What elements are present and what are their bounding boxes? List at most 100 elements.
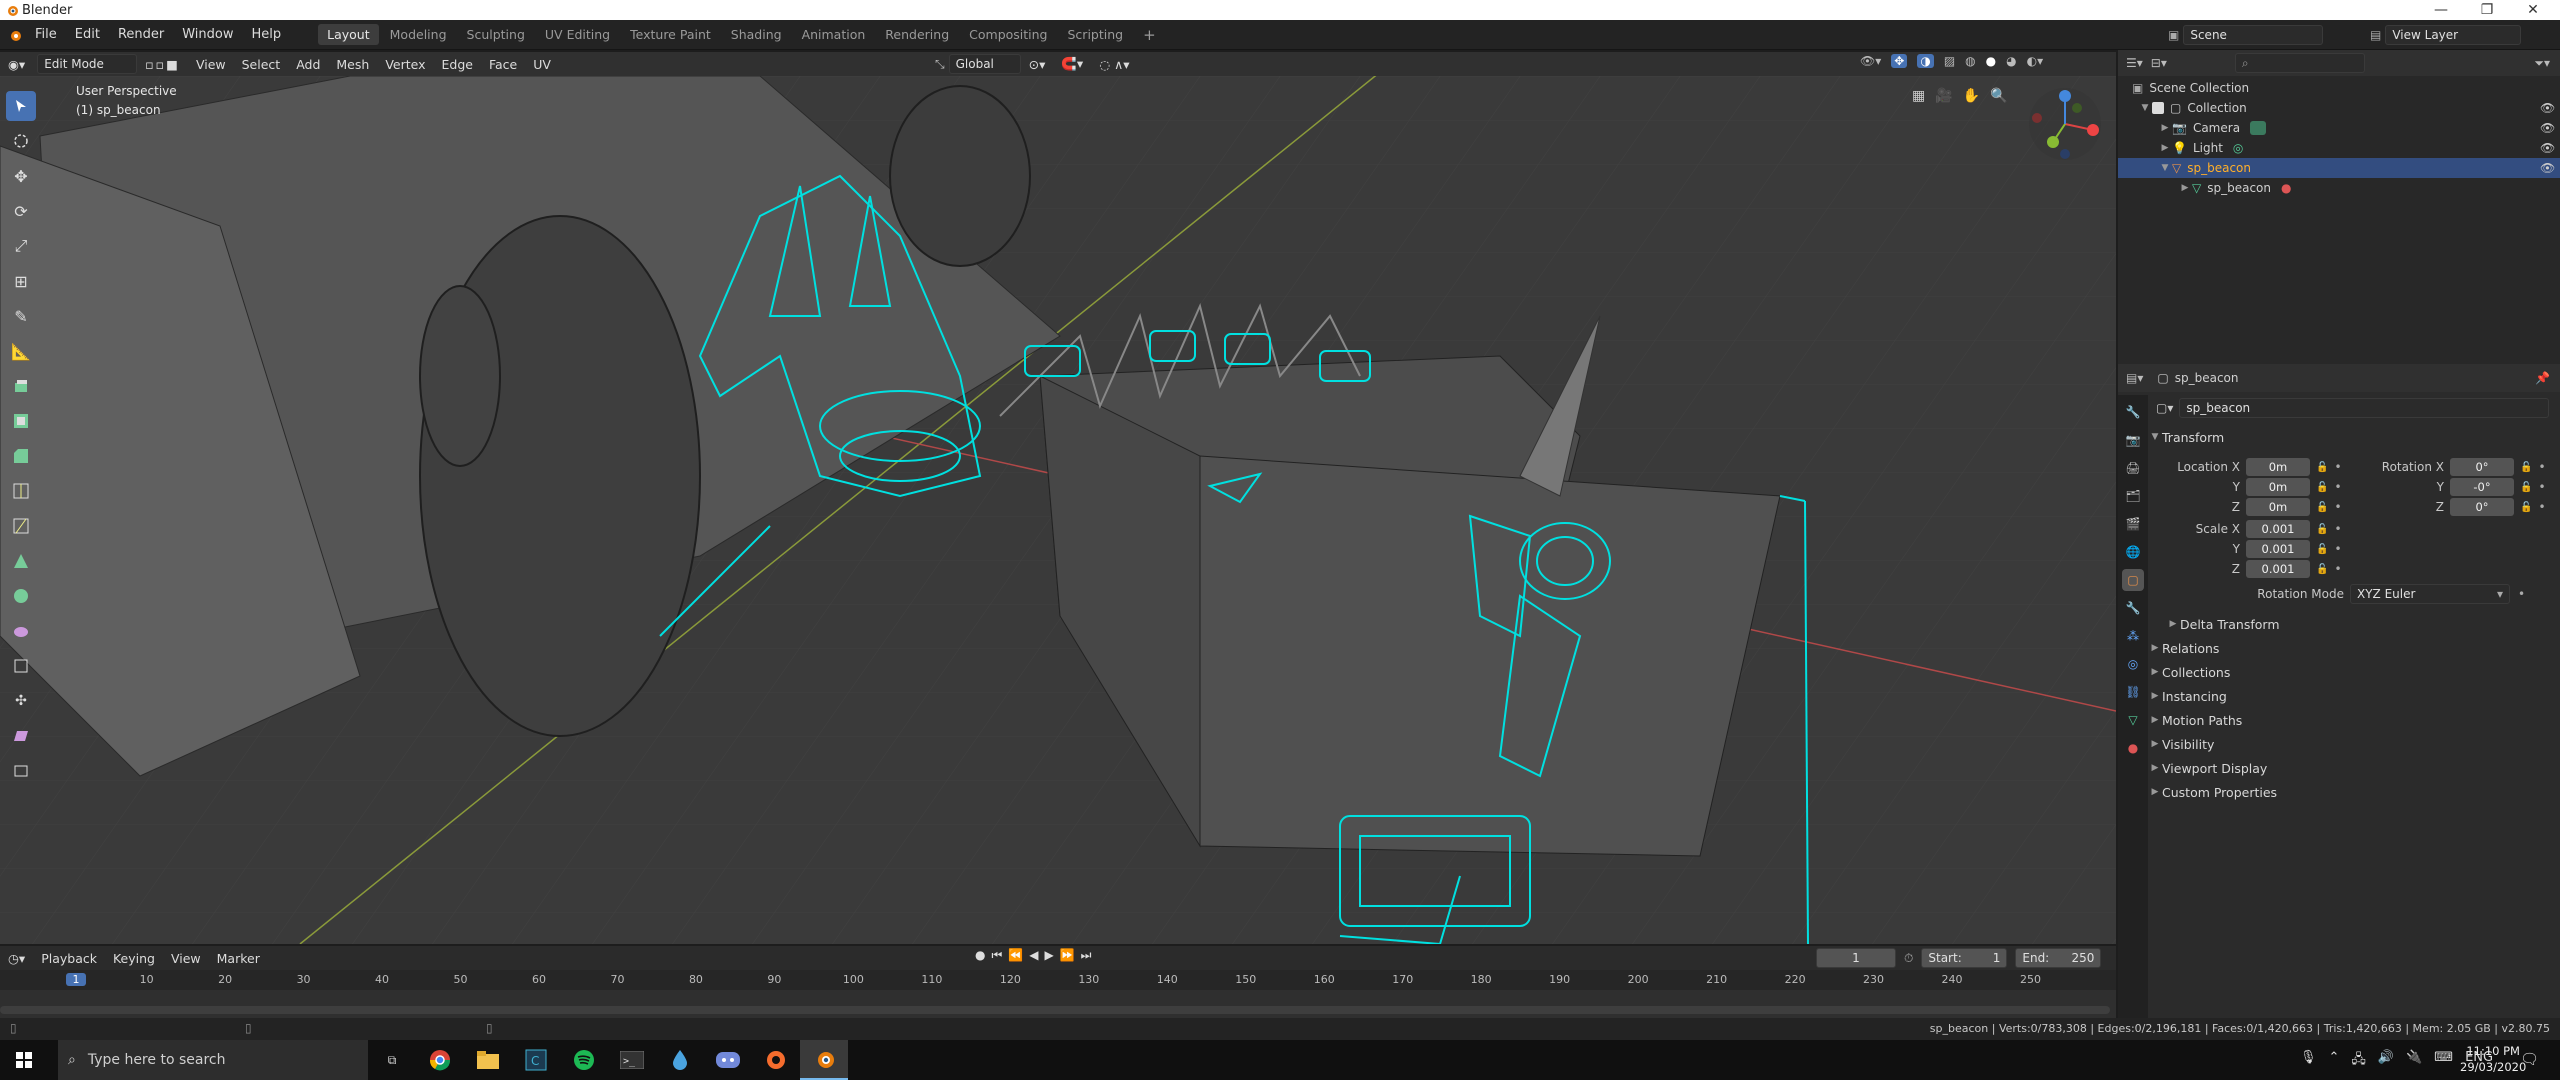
menu-keying[interactable]: Keying xyxy=(105,951,163,966)
orientation-icon[interactable]: ⤡ xyxy=(935,57,945,72)
xray-icon[interactable]: ▨ xyxy=(1944,54,1955,68)
physics-tab-icon[interactable]: ◎ xyxy=(2122,653,2144,675)
menu-render[interactable]: Render xyxy=(109,27,173,42)
menu-timeline-view[interactable]: View xyxy=(163,951,209,966)
menu-help[interactable]: Help xyxy=(243,27,291,42)
edge-slide-tool-icon[interactable] xyxy=(6,651,36,681)
viewport-scene[interactable] xyxy=(0,76,2116,944)
network-icon[interactable]: 🖧 xyxy=(2351,1050,2366,1072)
keyframe-dot-icon[interactable]: • xyxy=(2518,587,2525,601)
visibility-icon[interactable]: 👁▾ xyxy=(1860,54,1881,68)
expand-icon[interactable]: ▶ xyxy=(2178,183,2192,193)
viewport-display-header[interactable]: ▶ Viewport Display xyxy=(2148,757,2548,779)
tab-uv-editing[interactable]: UV Editing xyxy=(536,24,619,45)
jump-end-icon[interactable]: ⏭ xyxy=(1081,948,1092,963)
annotate-tool-icon[interactable]: ✎ xyxy=(6,301,36,331)
tab-rendering[interactable]: Rendering xyxy=(876,24,958,45)
mode-selector[interactable]: Edit Mode xyxy=(37,54,138,74)
menu-file[interactable]: File xyxy=(26,27,66,42)
view-layer-icon[interactable]: ▤ xyxy=(2370,28,2381,42)
origin-icon[interactable] xyxy=(752,1040,800,1080)
navigation-gizmo[interactable] xyxy=(1995,84,2105,164)
menu-edit[interactable]: Edit xyxy=(66,27,109,42)
menu-window[interactable]: Window xyxy=(173,27,242,42)
task-view-icon[interactable]: ⧉ xyxy=(368,1040,416,1080)
motion-paths-header[interactable]: ▶ Motion Paths xyxy=(2148,709,2548,731)
taskbar-search-input[interactable]: ⌕ Type here to search xyxy=(58,1040,368,1080)
power-icon[interactable]: 🔌 xyxy=(2406,1050,2422,1072)
scene-selector[interactable]: Scene xyxy=(2183,25,2324,45)
instancing-header[interactable]: ▶ Instancing xyxy=(2148,685,2548,707)
outliner-item-light[interactable]: ▶ 💡 Light ◎ 👁 xyxy=(2118,138,2560,158)
clock-icon[interactable]: ⏱ xyxy=(1904,951,1913,966)
menu-marker[interactable]: Marker xyxy=(209,951,268,966)
object-tab-icon[interactable]: ▢ xyxy=(2122,569,2144,591)
zoom-icon[interactable]: 🔍 xyxy=(1990,88,2007,104)
menu-edge[interactable]: Edge xyxy=(434,57,481,72)
render-tab-icon[interactable]: 📷 xyxy=(2122,429,2144,451)
outliner-editor-icon[interactable]: ☰▾ xyxy=(2126,56,2143,70)
tool-tab-icon[interactable]: 🔧 xyxy=(2122,401,2144,423)
editor-type-icon[interactable]: ◉▾ xyxy=(0,57,33,72)
water-drop-icon[interactable] xyxy=(656,1040,704,1080)
orientation-selector[interactable]: Global xyxy=(948,54,1021,74)
view-layer-selector[interactable]: View Layer xyxy=(2385,25,2522,45)
discord-icon[interactable] xyxy=(704,1040,752,1080)
gizmo-icon[interactable]: ✥ xyxy=(1891,54,1908,68)
rip-region-tool-icon[interactable] xyxy=(6,756,36,786)
lock-icon[interactable]: 🔓 xyxy=(2316,502,2328,513)
rotate-tool-icon[interactable]: ⟳ xyxy=(6,196,36,226)
shading-wireframe-icon[interactable]: ◍ xyxy=(1965,54,1975,68)
world-tab-icon[interactable]: 🌐 xyxy=(2122,541,2144,563)
current-frame-marker[interactable]: 1 xyxy=(66,973,86,986)
tab-animation[interactable]: Animation xyxy=(793,24,875,45)
lock-icon[interactable]: 🔓 xyxy=(2316,524,2328,535)
location-y-field[interactable]: 0m xyxy=(2246,478,2310,496)
keyframe-dot-icon[interactable]: • xyxy=(2334,522,2341,536)
menu-playback[interactable]: Playback xyxy=(33,951,105,966)
chevron-up-icon[interactable]: ⌃ xyxy=(2329,1050,2340,1072)
pivot-icon[interactable]: ⊙▾ xyxy=(1021,57,1054,72)
snap-icon[interactable]: 🧲▾ xyxy=(1053,56,1091,72)
current-frame-field[interactable]: 1 xyxy=(1816,948,1896,968)
custom-properties-header[interactable]: ▶ Custom Properties xyxy=(2148,781,2548,803)
expand-icon[interactable]: ▼ xyxy=(2158,163,2172,173)
outliner-item-sp-beacon[interactable]: ▼ ▽ sp_beacon 👁 xyxy=(2118,158,2560,178)
loop-cut-tool-icon[interactable] xyxy=(6,476,36,506)
expand-icon[interactable]: ▶ xyxy=(2158,123,2172,133)
outliner-scene-collection[interactable]: ▣ Scene Collection xyxy=(2118,78,2560,98)
properties-editor-icon[interactable]: ▤▾ xyxy=(2126,371,2143,385)
tab-shading[interactable]: Shading xyxy=(722,24,791,45)
spin-tool-icon[interactable] xyxy=(6,581,36,611)
expand-icon[interactable]: ▼ xyxy=(2138,103,2152,113)
display-mode-icon[interactable]: ⊟▾ xyxy=(2151,56,2167,70)
tab-compositing[interactable]: Compositing xyxy=(960,24,1056,45)
eye-icon[interactable]: 👁 xyxy=(2540,121,2555,135)
eye-icon[interactable]: 👁 xyxy=(2540,141,2555,155)
file-explorer-icon[interactable] xyxy=(464,1040,512,1080)
relations-header[interactable]: ▶ Relations xyxy=(2148,637,2548,659)
filter-icon[interactable]: ⏷▾ xyxy=(2534,56,2550,71)
menu-vertex[interactable]: Vertex xyxy=(377,57,433,72)
end-frame-field[interactable]: End: 250 xyxy=(2015,948,2102,968)
rotation-mode-select[interactable]: XYZ Euler ▾ xyxy=(2350,584,2510,604)
shading-material-icon[interactable]: ◕ xyxy=(2006,54,2016,68)
blender-taskbar-icon[interactable] xyxy=(800,1040,848,1080)
view-layer-tab-icon[interactable]: 🗂 xyxy=(2122,485,2144,507)
extrude-tool-icon[interactable] xyxy=(6,371,36,401)
move-tool-icon[interactable]: ✥ xyxy=(6,161,36,191)
windows-start-icon[interactable] xyxy=(0,1040,48,1080)
record-icon[interactable]: ● xyxy=(975,948,985,963)
keyframe-dot-icon[interactable]: • xyxy=(2538,460,2545,474)
scene-tab-icon[interactable]: 🎬 xyxy=(2122,513,2144,535)
shading-solid-icon[interactable]: ● xyxy=(1986,54,1996,68)
menu-uv[interactable]: UV xyxy=(525,57,559,72)
grid-view-icon[interactable]: ▦ xyxy=(1912,88,1925,104)
modifier-tab-icon[interactable]: 🔧 xyxy=(2122,597,2144,619)
play-icon[interactable]: ▶ xyxy=(1044,948,1053,963)
menu-face[interactable]: Face xyxy=(481,57,525,72)
keyframe-dot-icon[interactable]: • xyxy=(2334,542,2341,556)
lock-icon[interactable]: 🔓 xyxy=(2316,462,2328,473)
shrink-fatten-tool-icon[interactable]: ✣ xyxy=(6,686,36,716)
close-icon[interactable]: ✕ xyxy=(2510,0,2556,20)
